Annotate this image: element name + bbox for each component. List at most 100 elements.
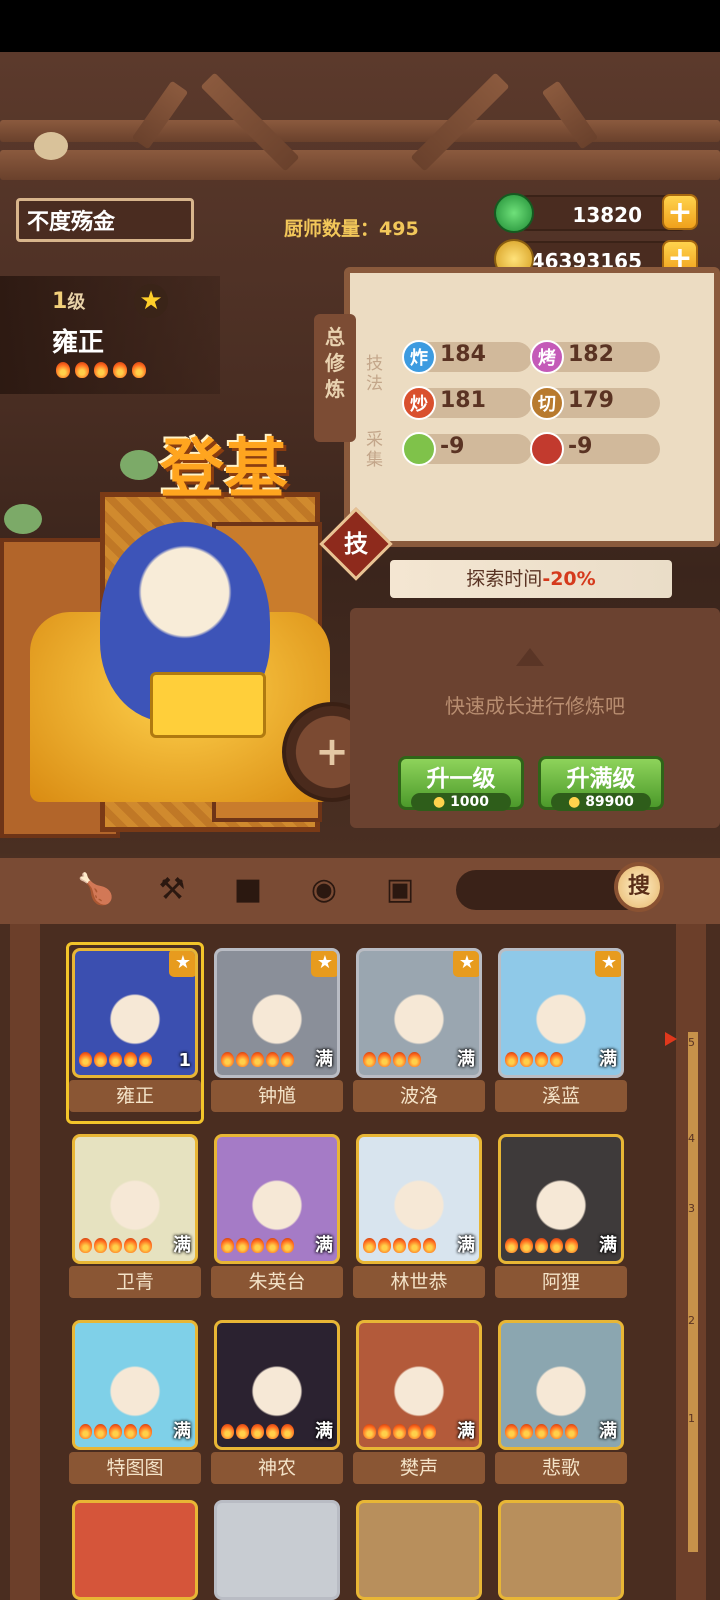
- chef-flames: [56, 362, 151, 382]
- explore-bonus-text: 探索时间: [466, 568, 543, 590]
- gather-label: 采集: [366, 430, 383, 470]
- roster-card[interactable]: 满: [498, 1320, 624, 1450]
- flame-icon: [423, 1424, 436, 1439]
- flame-icon: [550, 1052, 563, 1067]
- skill-value: 179: [568, 388, 614, 413]
- roster-card[interactable]: 满 ★: [498, 948, 624, 1078]
- flame-icon: [505, 1052, 518, 1067]
- skill-button[interactable]: 技: [330, 518, 382, 570]
- roof-beam: [0, 150, 720, 180]
- star-icon: ★: [134, 284, 168, 318]
- jar-icon[interactable]: ■: [228, 870, 268, 910]
- scale-tick-label: 3: [688, 1202, 695, 1215]
- location-icon[interactable]: ◉: [304, 870, 344, 910]
- roster-card-partial[interactable]: [72, 1500, 198, 1600]
- card-level-badge: 满: [315, 1235, 333, 1256]
- roster-card-name[interactable]: 钟馗: [211, 1080, 343, 1112]
- scale-tick-label: 2: [688, 1314, 695, 1327]
- roof-beam: [0, 120, 720, 142]
- flame-icon: [221, 1052, 234, 1067]
- flame-icon: [378, 1052, 391, 1067]
- search-button[interactable]: 搜: [614, 862, 664, 912]
- roster-card-partial[interactable]: [498, 1500, 624, 1600]
- upgrade-one-button[interactable]: 升一级 ● 1000: [398, 756, 524, 811]
- upgrade-one-label: 升一级: [426, 766, 496, 792]
- game-scene: 不度殇金 厨师数量：495 13820 + 46393165 + 退 1级 ★ …: [0, 52, 720, 1600]
- shovel-icon[interactable]: ⚒: [152, 870, 192, 910]
- roster-card-name[interactable]: 林世恭: [353, 1266, 485, 1298]
- chef-count: 厨师数量：495: [284, 218, 419, 240]
- card-flames: [221, 1238, 296, 1257]
- flame-icon: [281, 1424, 294, 1439]
- roster-card[interactable]: 满: [72, 1134, 198, 1264]
- chicken-leg-icon[interactable]: 🍗: [76, 870, 116, 910]
- flame-icon: [94, 1424, 107, 1439]
- roster-card-name[interactable]: 溪蓝: [495, 1080, 627, 1112]
- jade-value: 13820: [572, 203, 642, 227]
- card-flames: [505, 1052, 565, 1071]
- add-jade-button[interactable]: +: [662, 194, 698, 230]
- roster-card[interactable]: 满 ★: [214, 948, 340, 1078]
- flame-icon: [393, 1238, 406, 1253]
- roster-card-name[interactable]: 神农: [211, 1452, 343, 1484]
- card-flames: [505, 1424, 580, 1443]
- skill-icon: 切: [530, 386, 564, 420]
- roster-card-name[interactable]: 雍正: [69, 1080, 201, 1112]
- flame-icon: [378, 1424, 391, 1439]
- roster-card-name[interactable]: 朱英台: [211, 1266, 343, 1298]
- roster-card-name[interactable]: 樊声: [353, 1452, 485, 1484]
- roster-card-name[interactable]: 特图图: [69, 1452, 201, 1484]
- gather-value: -9: [568, 434, 593, 459]
- meat-icon: [530, 432, 564, 466]
- roster-card[interactable]: 满: [72, 1320, 198, 1450]
- flame-icon: [94, 1238, 107, 1253]
- card-level-badge: 满: [599, 1235, 617, 1256]
- roster-card[interactable]: 满: [214, 1320, 340, 1450]
- chef-level-panel: 1级 ★ 雍正: [0, 276, 220, 394]
- card-level-badge: 满: [173, 1235, 191, 1256]
- card-flames: [221, 1052, 296, 1071]
- scroll-scale[interactable]: [688, 1032, 698, 1552]
- flame-icon: [520, 1052, 533, 1067]
- card-flames: [363, 1424, 438, 1443]
- flame-icon: [363, 1052, 376, 1067]
- card-level-badge: 满: [173, 1421, 191, 1442]
- card-level-badge: 满: [457, 1235, 475, 1256]
- tab-total-cultivation[interactable]: 总修炼: [314, 314, 356, 442]
- upgrade-max-button[interactable]: 升满级 ● 89900: [538, 756, 664, 811]
- flame-icon: [124, 1052, 137, 1067]
- roster-card-name[interactable]: 卫青: [69, 1266, 201, 1298]
- player-name[interactable]: 不度殇金: [16, 198, 194, 242]
- jade-coin-icon: [494, 193, 534, 233]
- flame-icon: [505, 1424, 518, 1439]
- flame-icon: [79, 1424, 92, 1439]
- roster-card-name[interactable]: 悲歌: [495, 1452, 627, 1484]
- flame-icon: [139, 1052, 152, 1067]
- roster-card-partial[interactable]: [356, 1500, 482, 1600]
- card-level-badge: 满: [315, 1049, 333, 1070]
- skill-icon: 炒: [402, 386, 436, 420]
- roster-card-name[interactable]: 阿狸: [495, 1266, 627, 1298]
- flame-icon: [266, 1424, 279, 1439]
- flame-icon: [520, 1424, 533, 1439]
- roster-card[interactable]: 1 ★: [72, 948, 198, 1078]
- map-icon[interactable]: ▣: [380, 870, 420, 910]
- flame-icon: [363, 1238, 376, 1253]
- roster-card[interactable]: 满: [214, 1134, 340, 1264]
- flame-icon: [251, 1424, 264, 1439]
- scale-tick-label: 1: [688, 1412, 695, 1425]
- roster-card-partial[interactable]: [214, 1500, 340, 1600]
- roster-card[interactable]: 满: [356, 1134, 482, 1264]
- upgrade-one-cost: ● 1000: [411, 793, 511, 811]
- roster-card[interactable]: 满 ★: [356, 948, 482, 1078]
- skill-icon: 炸: [402, 340, 436, 374]
- roster-card-name[interactable]: 波洛: [353, 1080, 485, 1112]
- flame-icon: [408, 1052, 421, 1067]
- flame-icon: [79, 1238, 92, 1253]
- roster-card[interactable]: 满: [498, 1134, 624, 1264]
- flame-icon: [565, 1424, 578, 1439]
- roster-card[interactable]: 满: [356, 1320, 482, 1450]
- flame-icon: [281, 1052, 294, 1067]
- card-level-badge: 满: [457, 1421, 475, 1442]
- flame-icon: [56, 362, 70, 378]
